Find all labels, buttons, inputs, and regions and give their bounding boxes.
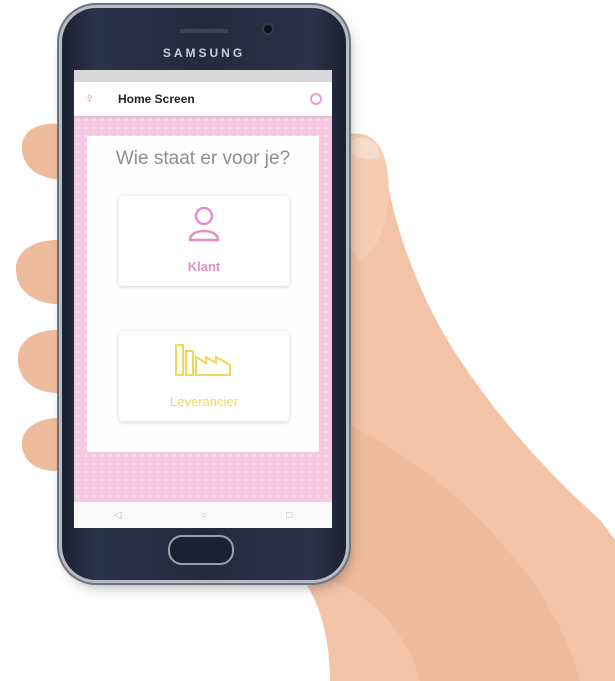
hardware-home-button[interactable] (168, 535, 234, 565)
front-camera (264, 25, 272, 33)
phone-screen: ♀ Home Screen Wie staat er voor je? Klan… (74, 70, 332, 528)
content-area: Wie staat er voor je? Klant Leverancier (74, 116, 332, 502)
phone-device: SAMSUNG ♀ Home Screen Wie staat er voor … (62, 8, 346, 580)
back-icon[interactable]: ◁ (114, 510, 122, 521)
factory-icon (175, 344, 231, 376)
option-label-leverancier: Leverancier (170, 394, 238, 409)
app-bar: ♀ Home Screen (74, 82, 332, 116)
device-brand: SAMSUNG (162, 46, 246, 60)
option-label-klant: Klant (187, 259, 221, 274)
android-nav-bar: ◁ ○ □ (74, 502, 332, 528)
option-card-leverancier[interactable]: Leverancier (119, 331, 289, 421)
person-icon (188, 206, 220, 242)
app-logo-icon[interactable]: ♀ (84, 90, 102, 108)
status-bar (74, 70, 332, 82)
option-card-klant[interactable]: Klant (119, 196, 289, 286)
selection-panel: Wie staat er voor je? Klant Leverancier (87, 136, 319, 452)
question-heading: Wie staat er voor je? (115, 148, 291, 169)
recents-icon[interactable]: □ (286, 510, 292, 521)
speaker-grille (180, 29, 228, 33)
home-icon[interactable]: ○ (201, 510, 207, 521)
settings-icon[interactable] (310, 93, 322, 105)
page-title: Home Screen (118, 92, 195, 106)
